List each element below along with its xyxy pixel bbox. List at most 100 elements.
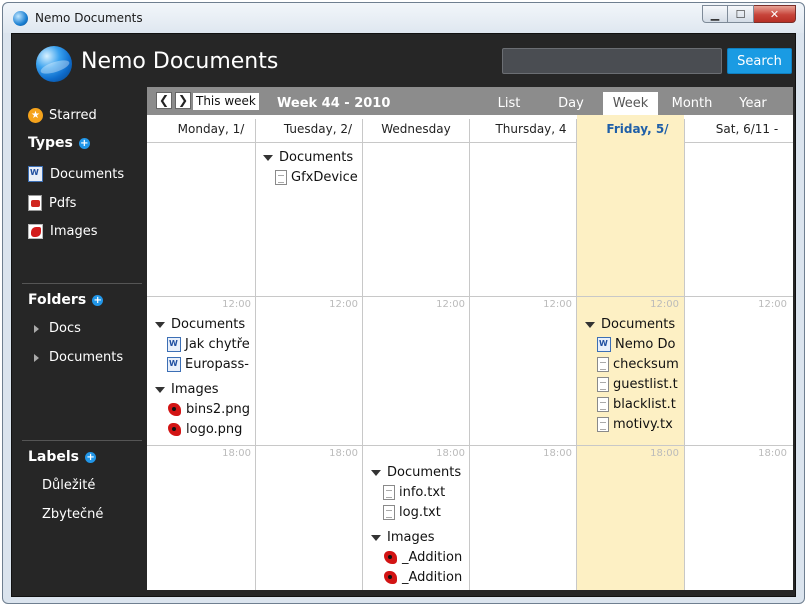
expand-arrow-icon[interactable] bbox=[34, 324, 39, 333]
png-image-icon bbox=[167, 422, 182, 437]
week-label: Week 44 - 2010 bbox=[277, 96, 391, 111]
sidebar-item-label: Documents bbox=[49, 350, 124, 365]
text-file-icon bbox=[597, 416, 609, 432]
time-label: 18:00 bbox=[650, 448, 679, 459]
maximize-button[interactable]: ☐ bbox=[728, 5, 754, 23]
time-label: 18:00 bbox=[329, 448, 358, 459]
sidebar-item-label: Pdfs bbox=[49, 195, 77, 211]
collapse-arrow-icon[interactable] bbox=[371, 469, 381, 476]
file-name: checksum bbox=[613, 356, 679, 372]
app-window: Nemo Documents ▁ ☐ ✕ Nemo Documents Sear… bbox=[2, 2, 805, 604]
file-name: _Addition bbox=[402, 569, 463, 585]
time-label: 12:00 bbox=[758, 299, 787, 310]
text-file-icon bbox=[383, 504, 395, 520]
time-label: 12:00 bbox=[436, 299, 465, 310]
file-item[interactable]: logo.png bbox=[155, 419, 254, 439]
file-item[interactable]: log.txt bbox=[371, 502, 468, 522]
sidebar-folder-documents[interactable]: Documents bbox=[34, 350, 123, 365]
day-header-thursday[interactable]: Thursday, 4 bbox=[470, 115, 576, 143]
folders-heading: Folders + bbox=[28, 292, 104, 308]
day-header-friday[interactable]: Friday, 5/ bbox=[577, 115, 684, 143]
file-item[interactable]: Jak chytře bbox=[155, 334, 254, 354]
search-input[interactable] bbox=[502, 48, 722, 74]
column-divider bbox=[362, 119, 363, 590]
group-images[interactable]: Images bbox=[155, 380, 254, 399]
prev-week-button[interactable]: ❮ bbox=[156, 92, 172, 109]
star-icon: ★ bbox=[28, 108, 43, 123]
tab-month[interactable]: Month bbox=[665, 92, 719, 115]
word-document-icon bbox=[167, 356, 181, 372]
sidebar-item-starred[interactable]: ★ Starred bbox=[28, 108, 97, 123]
expand-arrow-icon[interactable] bbox=[34, 353, 39, 362]
pdf-icon bbox=[28, 195, 42, 211]
collapse-arrow-icon[interactable] bbox=[263, 154, 273, 161]
title-bar[interactable]: Nemo Documents ▁ ☐ ✕ bbox=[3, 3, 804, 33]
file-name: Nemo Do bbox=[615, 336, 676, 352]
day-header-saturday[interactable]: Sat, 6/11 - bbox=[685, 115, 793, 143]
text-file-icon bbox=[597, 356, 609, 372]
file-item[interactable]: bins2.png bbox=[155, 399, 254, 419]
file-item[interactable]: blacklist.t bbox=[585, 394, 683, 414]
time-label: 12:00 bbox=[329, 299, 358, 310]
group-label: Images bbox=[171, 382, 219, 397]
file-item[interactable]: Europass- bbox=[155, 354, 254, 374]
window-controls: ▁ ☐ ✕ bbox=[702, 5, 796, 24]
types-heading: Types + bbox=[28, 135, 90, 151]
text-file-icon bbox=[597, 376, 609, 392]
add-folder-plus-icon[interactable]: + bbox=[92, 294, 104, 306]
column-divider bbox=[684, 119, 685, 590]
group-label: Documents bbox=[279, 150, 354, 165]
next-week-button[interactable]: ❯ bbox=[175, 92, 191, 109]
sidebar-divider bbox=[22, 440, 142, 441]
collapse-arrow-icon[interactable] bbox=[371, 534, 381, 541]
folders-heading-label: Folders bbox=[28, 292, 87, 308]
file-item[interactable]: GfxDevice bbox=[263, 167, 361, 187]
add-type-plus-icon[interactable]: + bbox=[78, 137, 90, 149]
time-label: 18:00 bbox=[543, 448, 572, 459]
sidebar-item-documents[interactable]: Documents bbox=[28, 166, 124, 182]
file-item[interactable]: Nemo Do bbox=[585, 334, 683, 354]
file-name: Jak chytře bbox=[185, 336, 250, 352]
group-label: Images bbox=[387, 530, 435, 545]
minimize-button[interactable]: ▁ bbox=[702, 5, 728, 23]
tab-year[interactable]: Year bbox=[731, 92, 775, 115]
file-item[interactable]: checksum bbox=[585, 354, 683, 374]
collapse-arrow-icon[interactable] bbox=[155, 386, 165, 393]
sidebar-label-zbytecne[interactable]: Zbytečné bbox=[42, 507, 103, 522]
group-images[interactable]: Images bbox=[371, 528, 468, 547]
collapse-arrow-icon[interactable] bbox=[585, 321, 595, 328]
sidebar-item-images[interactable]: Images bbox=[28, 224, 98, 239]
time-label: 18:00 bbox=[758, 448, 787, 459]
sidebar-divider bbox=[22, 283, 142, 284]
time-label: 12:00 bbox=[222, 299, 251, 310]
close-button[interactable]: ✕ bbox=[754, 5, 796, 23]
this-week-button[interactable]: This week bbox=[193, 93, 259, 110]
file-item[interactable]: _Addition bbox=[371, 567, 468, 587]
file-item[interactable]: _Addition bbox=[371, 547, 468, 567]
tab-list[interactable]: List bbox=[487, 92, 531, 115]
tab-week[interactable]: Week bbox=[603, 92, 658, 115]
day-header-monday[interactable]: Monday, 1/ bbox=[147, 115, 255, 143]
labels-heading: Labels + bbox=[28, 449, 97, 465]
png-image-icon bbox=[383, 550, 398, 565]
group-documents[interactable]: Documents bbox=[263, 148, 361, 167]
group-documents[interactable]: Documents bbox=[155, 315, 254, 334]
calendar-toolbar: ❮ ❯ This week Week 44 - 2010 List Day We… bbox=[147, 87, 793, 115]
sidebar-label-dulezite[interactable]: Důležité bbox=[42, 478, 95, 493]
sidebar-item-pdfs[interactable]: Pdfs bbox=[28, 195, 76, 211]
add-label-plus-icon[interactable]: + bbox=[85, 451, 97, 463]
collapse-arrow-icon[interactable] bbox=[155, 321, 165, 328]
column-divider bbox=[255, 119, 256, 590]
group-documents[interactable]: Documents bbox=[585, 315, 683, 334]
day-header-wednesday[interactable]: Wednesday bbox=[363, 115, 469, 143]
tab-day[interactable]: Day bbox=[549, 92, 593, 115]
day-header-tuesday[interactable]: Tuesday, 2/ bbox=[256, 115, 362, 143]
file-item[interactable]: motivy.tx bbox=[585, 414, 683, 434]
file-item[interactable]: guestlist.t bbox=[585, 374, 683, 394]
search-button[interactable]: Search bbox=[727, 48, 792, 74]
calendar-view: ❮ ❯ This week Week 44 - 2010 List Day We… bbox=[147, 87, 793, 590]
file-item[interactable]: info.txt bbox=[371, 482, 468, 502]
time-label: 12:00 bbox=[650, 299, 679, 310]
group-documents[interactable]: Documents bbox=[371, 463, 468, 482]
sidebar-folder-docs[interactable]: Docs bbox=[34, 321, 81, 336]
